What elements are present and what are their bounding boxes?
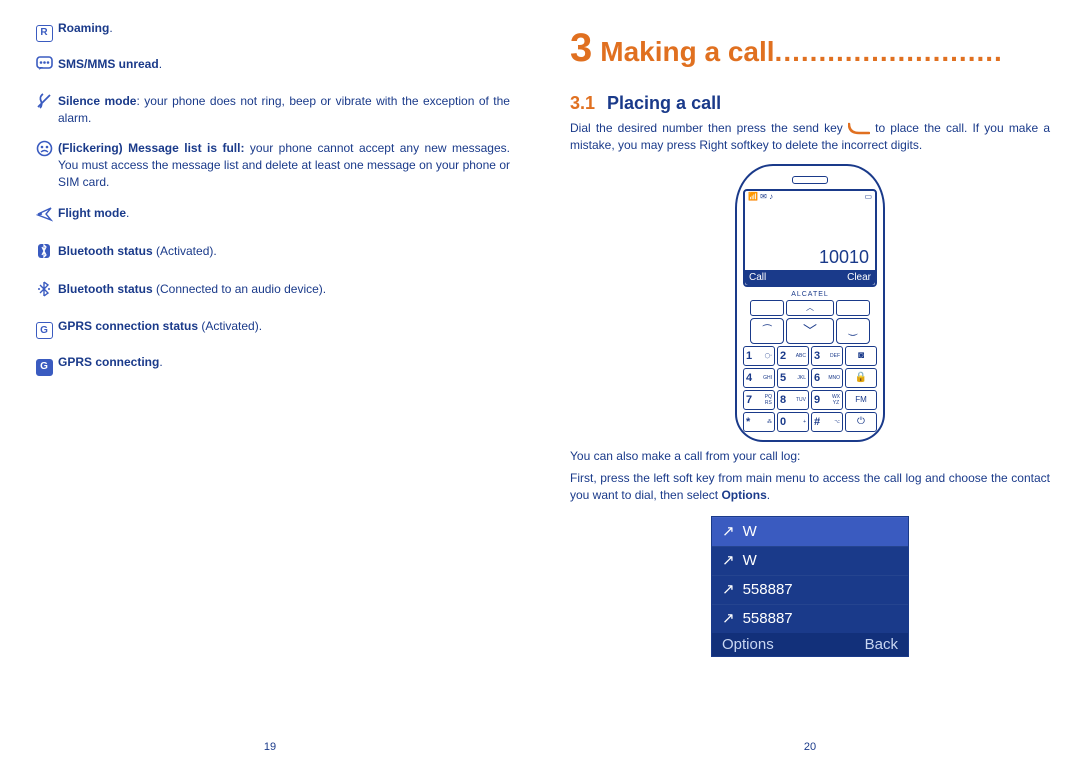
paragraph-2: You can also make a call from your call … xyxy=(570,448,1050,465)
keypad: 1◯▫ 2ABC 3DEF ◙ 4GHI 5JKL 6MNO 🔒 7PQRS 8… xyxy=(743,346,877,432)
item-label: Flight mode xyxy=(58,206,126,220)
item-rest: . xyxy=(159,355,162,369)
outgoing-call-icon: ↗ xyxy=(722,551,735,569)
page-right: 3 Making a call ........................… xyxy=(540,0,1080,767)
gprs-connecting-icon: G xyxy=(30,354,58,376)
paragraph-3: First, press the left soft key from main… xyxy=(570,470,1050,504)
call-log-row: ↗W xyxy=(712,546,908,575)
chapter-text: Making a call xyxy=(600,36,774,68)
status-icons-list: R Roaming. SMS/MMS unread. Silence mode:… xyxy=(30,20,510,377)
outgoing-call-icon: ↗ xyxy=(722,522,735,540)
send-key-icon xyxy=(848,121,870,135)
lock-key: 🔒 xyxy=(845,368,877,388)
calllog-options: Options xyxy=(722,636,774,653)
phone-speaker xyxy=(792,176,828,184)
item-label: Bluetooth status xyxy=(58,282,153,296)
call-log-row: ↗W xyxy=(712,517,908,546)
ok-key: ﹀ xyxy=(786,318,834,344)
end-key: ⏝ xyxy=(836,318,870,344)
page-number-left: 19 xyxy=(264,741,276,753)
dialed-number: 10010 xyxy=(819,247,869,268)
nav-up-left xyxy=(750,300,784,316)
item-label: SMS/MMS unread xyxy=(58,57,159,71)
nav-up-right xyxy=(836,300,870,316)
item-rest: . xyxy=(159,57,162,71)
call-log-panel: ↗W ↗W ↗558887 ↗558887 Options Back xyxy=(711,516,909,657)
fm-key: FM xyxy=(845,390,877,410)
section-text: Placing a call xyxy=(607,93,721,113)
silence-mode-icon xyxy=(30,93,58,116)
chapter-number: 3 xyxy=(570,26,592,71)
bluetooth-audio-icon xyxy=(30,281,58,304)
sms-unread-icon xyxy=(30,56,58,78)
softkey-call: Call xyxy=(749,272,766,283)
softkey-clear: Clear xyxy=(847,272,871,283)
calllog-back: Back xyxy=(865,636,898,653)
call-log-row: ↗558887 xyxy=(712,604,908,633)
chapter-dots: .......................... xyxy=(775,36,1003,68)
item-rest: (Connected to an audio device). xyxy=(153,282,326,296)
gprs-activated-icon: G xyxy=(30,318,58,340)
chapter-title: 3 Making a call ........................… xyxy=(570,26,1050,71)
paragraph-1: Dial the desired number then press the s… xyxy=(570,120,1050,154)
phone-brand: ALCATEL xyxy=(743,291,877,298)
outgoing-call-icon: ↗ xyxy=(722,609,735,627)
page-number-right: 20 xyxy=(804,741,816,753)
call-log-row: ↗558887 xyxy=(712,575,908,604)
bluetooth-icon xyxy=(30,243,58,266)
item-label: Silence mode xyxy=(58,94,136,108)
item-rest: (Activated). xyxy=(153,244,217,258)
outgoing-call-icon: ↗ xyxy=(722,580,735,598)
item-rest: . xyxy=(126,206,129,220)
roaming-icon: R xyxy=(30,20,58,42)
item-label: Bluetooth status xyxy=(58,244,153,258)
phone-illustration: 📶 ✉ ♪▭ 10010 Call Clear ALCATEL ︿ ⏜ xyxy=(735,164,885,442)
phone-status-bar: 📶 ✉ ♪▭ xyxy=(745,191,875,207)
camera-key: ◙ xyxy=(845,346,877,366)
message-full-icon xyxy=(30,140,58,164)
item-label: (Flickering) Message list is full: xyxy=(58,141,244,155)
item-label: Roaming xyxy=(58,21,109,35)
nav-up: ︿ xyxy=(786,300,834,316)
section-number: 3.1 xyxy=(570,93,595,113)
phone-screen: 📶 ✉ ♪▭ 10010 Call Clear xyxy=(743,189,877,287)
flight-mode-icon xyxy=(30,205,58,229)
item-label: GPRS connecting xyxy=(58,355,159,369)
item-label: GPRS connection status xyxy=(58,319,198,333)
page-left: R Roaming. SMS/MMS unread. Silence mode:… xyxy=(0,0,540,767)
item-rest: . xyxy=(109,21,112,35)
section-title: 3.1 Placing a call xyxy=(570,93,1050,114)
item-rest: (Activated). xyxy=(198,319,262,333)
power-key: ⏻ xyxy=(845,412,877,432)
call-key: ⏜ xyxy=(750,318,784,344)
